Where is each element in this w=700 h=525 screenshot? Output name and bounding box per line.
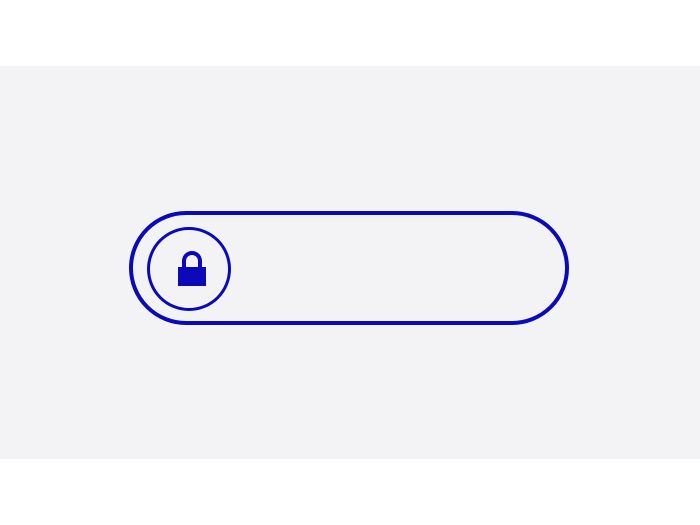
canvas-background — [0, 66, 700, 459]
unlock-slider-thumb[interactable] — [147, 227, 231, 311]
unlock-slider-track[interactable] — [129, 211, 569, 325]
lock-icon — [174, 250, 210, 290]
